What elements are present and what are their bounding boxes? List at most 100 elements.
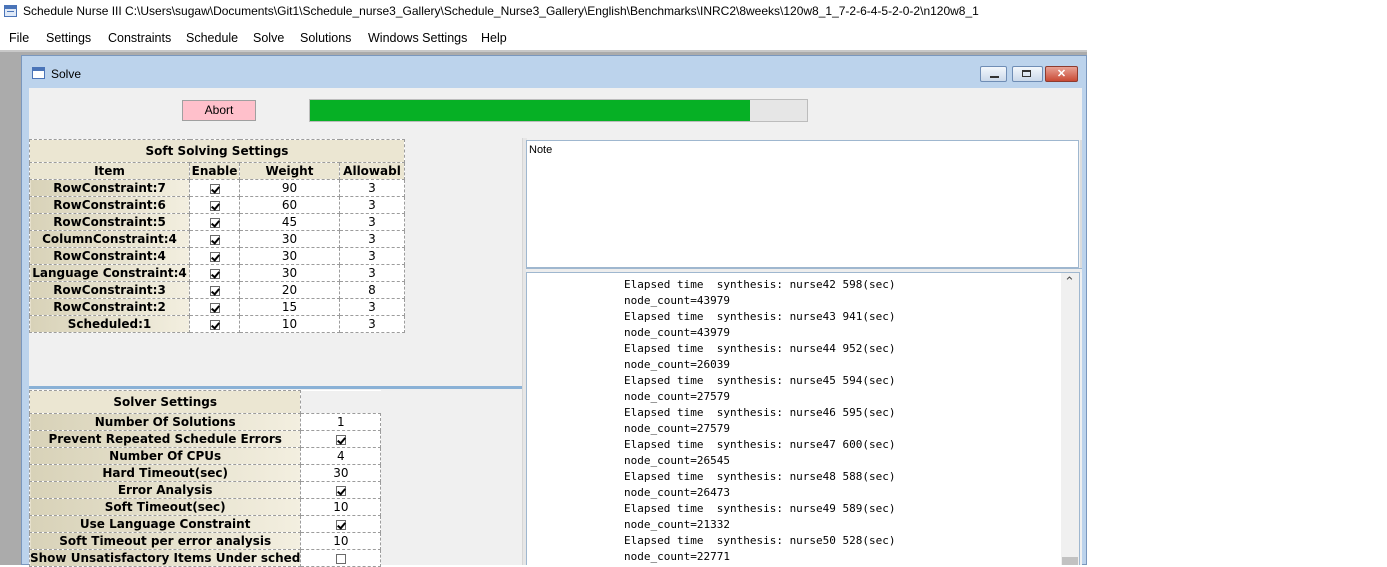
enable-checkbox[interactable] (209, 268, 220, 279)
row-item-name[interactable]: RowConstraint:6 (29, 196, 190, 214)
enable-checkbox[interactable] (209, 285, 220, 296)
menu-schedule[interactable]: Schedule (186, 31, 238, 45)
soft-settings-row: Scheduled:1 10 3 (29, 315, 405, 333)
log-line: node_count=26039 (624, 358, 730, 371)
solver-log[interactable]: Elapsed time synthesis: nurse42 598(sec)… (526, 272, 1080, 565)
setting-checkbox[interactable] (335, 553, 346, 564)
solver-settings-title: Solver Settings (28, 390, 302, 414)
setting-checkbox-cell[interactable] (300, 515, 382, 533)
restore-button[interactable] (1012, 66, 1043, 82)
menu-solutions[interactable]: Solutions (300, 31, 351, 45)
allowable-cell[interactable]: 3 (339, 196, 405, 214)
app-window-icon (4, 5, 17, 17)
menu-constraints[interactable]: Constraints (108, 31, 171, 45)
setting-value[interactable]: 10 (300, 498, 382, 516)
row-item-name[interactable]: RowConstraint:3 (29, 281, 190, 299)
enable-checkbox[interactable] (209, 200, 220, 211)
row-item-name[interactable]: Language Constraint:4 (29, 264, 190, 282)
note-textbox[interactable]: Note (526, 140, 1079, 268)
allowable-cell[interactable]: 3 (339, 247, 405, 265)
enable-checkbox[interactable] (209, 319, 220, 330)
log-line: node_count=43979 (624, 326, 730, 339)
enable-cell[interactable] (189, 281, 240, 299)
solver-title-spacer (300, 390, 381, 414)
weight-cell[interactable]: 45 (239, 213, 340, 231)
weight-cell[interactable]: 10 (239, 315, 340, 333)
row-item-name[interactable]: RowConstraint:2 (29, 298, 190, 316)
setting-value[interactable]: 4 (300, 447, 382, 465)
log-line: node_count=27579 (624, 390, 730, 403)
log-line: node_count=21332 (624, 518, 730, 531)
note-text: Note (529, 144, 553, 156)
allowable-cell[interactable]: 3 (339, 264, 405, 282)
weight-cell[interactable]: 30 (239, 230, 340, 248)
allowable-cell[interactable]: 3 (339, 230, 405, 248)
allowable-cell[interactable]: 3 (339, 179, 405, 197)
setting-checkbox[interactable] (335, 485, 346, 496)
weight-cell[interactable]: 20 (239, 281, 340, 299)
menu-file[interactable]: File (9, 31, 29, 45)
enable-cell[interactable] (189, 315, 240, 333)
enable-cell[interactable] (189, 264, 240, 282)
setting-checkbox[interactable] (335, 519, 346, 530)
setting-checkbox[interactable] (335, 434, 346, 445)
setting-label: Number Of Solutions (28, 413, 302, 431)
setting-label: Soft Timeout per error analysis (28, 532, 302, 550)
minimize-button[interactable] (980, 66, 1007, 82)
row-item-name[interactable]: RowConstraint:5 (29, 213, 190, 231)
enable-cell[interactable] (189, 298, 240, 316)
abort-button[interactable]: Abort (182, 100, 256, 121)
weight-cell[interactable]: 30 (239, 264, 340, 282)
col-header-weight: Weight (239, 162, 340, 180)
soft-settings-row: RowConstraint:3 20 8 (29, 281, 405, 299)
setting-value[interactable]: 1 (300, 413, 382, 431)
enable-cell[interactable] (189, 230, 240, 248)
enable-checkbox[interactable] (209, 234, 220, 245)
setting-checkbox-cell[interactable] (300, 481, 382, 499)
weight-cell[interactable]: 30 (239, 247, 340, 265)
row-item-name[interactable]: RowConstraint:7 (29, 179, 190, 197)
restore-icon (1022, 70, 1031, 77)
solver-settings-row: Soft Timeout(sec) 10 (28, 498, 382, 516)
setting-checkbox-cell[interactable] (300, 430, 382, 448)
left-horizontal-splitter[interactable] (29, 386, 522, 389)
setting-value[interactable]: 30 (300, 464, 382, 482)
menu-settings[interactable]: Settings (46, 31, 91, 45)
log-line: node_count=27579 (624, 422, 730, 435)
row-item-name[interactable]: Scheduled:1 (29, 315, 190, 333)
row-item-name[interactable]: RowConstraint:4 (29, 247, 190, 265)
weight-cell[interactable]: 90 (239, 179, 340, 197)
close-button[interactable]: ✕ (1045, 66, 1078, 82)
row-item-name[interactable]: ColumnConstraint:4 (29, 230, 190, 248)
enable-cell[interactable] (189, 196, 240, 214)
enable-checkbox[interactable] (209, 251, 220, 262)
enable-cell[interactable] (189, 213, 240, 231)
allowable-cell[interactable]: 3 (339, 298, 405, 316)
menu-help[interactable]: Help (481, 31, 507, 45)
enable-checkbox[interactable] (209, 302, 220, 313)
enable-cell[interactable] (189, 247, 240, 265)
log-scrollbar[interactable] (1061, 273, 1079, 565)
weight-cell[interactable]: 15 (239, 298, 340, 316)
log-lines: Elapsed time synthesis: nurse42 598(sec)… (624, 277, 896, 565)
soft-settings-row: RowConstraint:7 90 3 (29, 179, 405, 197)
scrollbar-thumb[interactable] (1062, 557, 1078, 565)
enable-checkbox[interactable] (209, 217, 220, 228)
allowable-cell[interactable]: 3 (339, 213, 405, 231)
log-line: Elapsed time synthesis: nurse46 595(sec) (624, 406, 896, 419)
menu-solve[interactable]: Solve (253, 31, 284, 45)
solve-window-title: Solve (51, 67, 82, 81)
weight-cell[interactable]: 60 (239, 196, 340, 214)
menu-windows-settings[interactable]: Windows Settings (368, 31, 467, 45)
allowable-cell[interactable]: 8 (339, 281, 405, 299)
note-scroll-edge (1080, 140, 1082, 268)
setting-checkbox-cell[interactable] (300, 549, 382, 567)
log-line: Elapsed time synthesis: nurse44 952(sec) (624, 342, 896, 355)
close-icon: ✕ (1056, 68, 1067, 80)
enable-cell[interactable] (189, 179, 240, 197)
soft-settings-row: RowConstraint:2 15 3 (29, 298, 405, 316)
allowable-cell[interactable]: 3 (339, 315, 405, 333)
enable-checkbox[interactable] (209, 183, 220, 194)
setting-value[interactable]: 10 (300, 532, 382, 550)
solve-progress-bar (309, 99, 808, 122)
